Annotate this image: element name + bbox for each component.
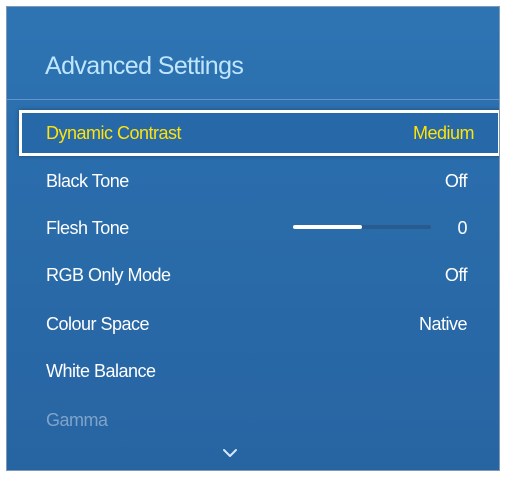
menu-item-value: Native (418, 314, 468, 334)
flesh-tone-slider-fill (293, 225, 362, 229)
menu-item-label: Dynamic Contrast (46, 123, 182, 143)
menu-item-label: Gamma (46, 410, 108, 430)
menu-item-white-balance[interactable]: White Balance (19, 348, 499, 394)
menu-item-gamma: Gamma (19, 397, 499, 443)
menu-item-dynamic-contrast[interactable]: Dynamic Contrast Medium (19, 110, 499, 156)
screen: Advanced Settings Dynamic Contrast Mediu… (0, 0, 506, 477)
title-divider (7, 99, 499, 100)
menu-item-black-tone[interactable]: Black Tone Off (19, 158, 499, 204)
flesh-tone-slider[interactable] (293, 225, 431, 229)
menu-item-flesh-tone[interactable]: Flesh Tone 0 (19, 205, 499, 251)
menu-item-colour-space[interactable]: Colour Space Native (19, 301, 499, 347)
menu-item-label: White Balance (46, 361, 156, 381)
panel-title: Advanced Settings (45, 52, 244, 80)
menu-item-label: Flesh Tone (46, 218, 129, 238)
menu-item-value: Off (444, 265, 468, 285)
menu-item-rgb-only-mode[interactable]: RGB Only Mode Off (19, 252, 499, 298)
chevron-down-icon[interactable] (222, 447, 238, 459)
advanced-settings-panel: Advanced Settings Dynamic Contrast Mediu… (6, 6, 500, 471)
menu-item-value: Medium (412, 123, 475, 143)
menu-item-value: 0 (457, 218, 467, 238)
menu-item-label: Colour Space (46, 314, 150, 334)
menu-item-label: Black Tone (46, 171, 129, 191)
menu-item-value: Off (444, 171, 468, 191)
menu-item-label: RGB Only Mode (46, 265, 171, 285)
